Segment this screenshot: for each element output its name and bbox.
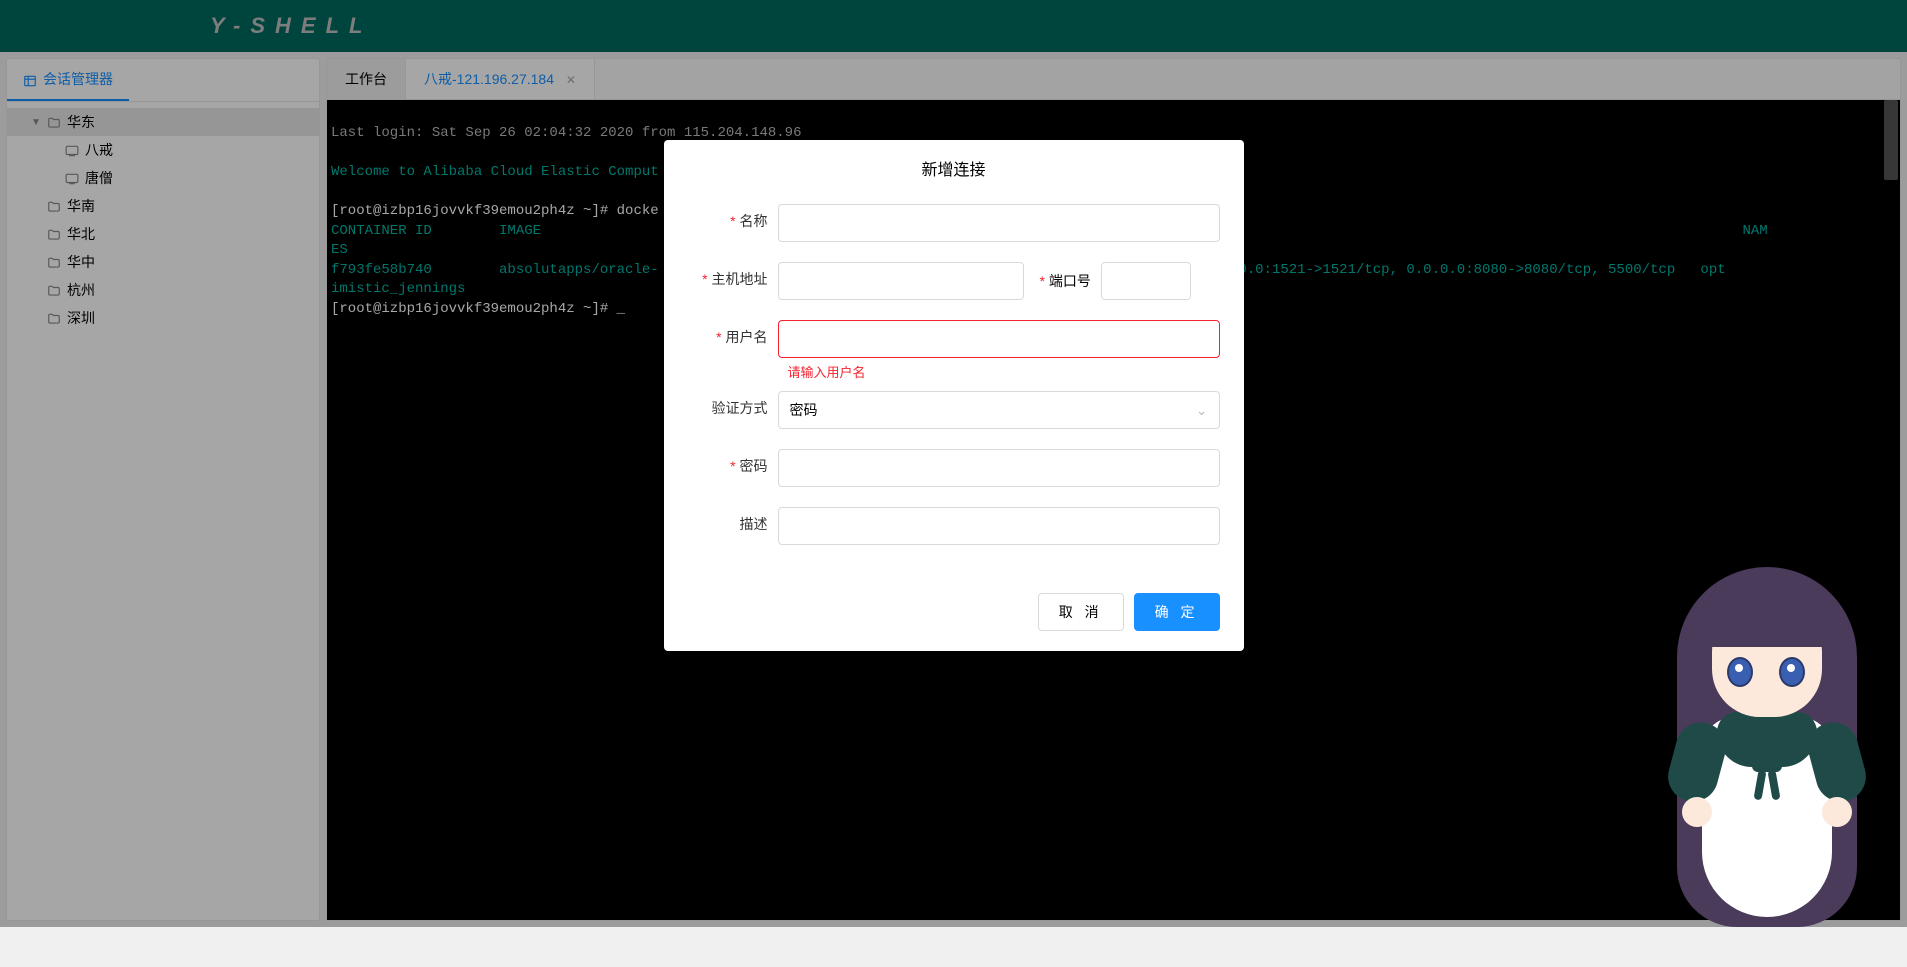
label-auth: 验证方式 bbox=[688, 391, 778, 418]
tree-item-shenzhen[interactable]: 深圳 bbox=[7, 304, 319, 332]
folder-icon bbox=[47, 282, 61, 298]
folder-icon bbox=[47, 114, 61, 130]
modal-body: 名称 主机地址 端口号 用户名 请输入用户名 验证方式 密码 ⌄ bbox=[664, 196, 1244, 581]
sidebar: 会话管理器 ▼ 华东 八戒 唐僧 华南 bbox=[6, 58, 320, 921]
terminal-line: PORTS NAM bbox=[1196, 223, 1767, 239]
label-host: 主机地址 bbox=[688, 262, 778, 289]
tree-item-huanan[interactable]: 华南 bbox=[7, 192, 319, 220]
sidebar-tabs: 会话管理器 bbox=[7, 59, 319, 102]
input-name[interactable] bbox=[778, 204, 1220, 242]
sessions-icon bbox=[23, 72, 37, 86]
tree-label: 唐僧 bbox=[85, 168, 113, 188]
tab-workspace[interactable]: 工作台 bbox=[327, 59, 406, 99]
input-port[interactable] bbox=[1101, 262, 1191, 300]
modal-new-connection: 新增连接 名称 主机地址 端口号 用户名 请输入用户名 验证方式 密码 bbox=[664, 140, 1244, 651]
tree-label: 华北 bbox=[67, 224, 95, 244]
terminal-line: imistic_jennings bbox=[331, 281, 465, 297]
tree-item-hangzhou[interactable]: 杭州 bbox=[7, 276, 319, 304]
terminal-line: ES bbox=[331, 242, 348, 258]
tree-item-huadong[interactable]: ▼ 华东 bbox=[7, 108, 319, 136]
tab-label: 八戒-121.196.27.184 bbox=[424, 71, 554, 87]
terminal-line: 0.0.0.0:1521->1521/tcp, 0.0.0.0:8080->80… bbox=[1205, 262, 1726, 278]
tree-label: 八戒 bbox=[85, 140, 113, 160]
terminal-icon bbox=[65, 142, 79, 158]
tab-label: 工作台 bbox=[345, 71, 387, 87]
label-user: 用户名 bbox=[688, 320, 778, 347]
tree-label: 深圳 bbox=[67, 308, 95, 328]
label-name: 名称 bbox=[688, 204, 778, 231]
app-header: Y-SHELL bbox=[0, 0, 1907, 52]
label-desc: 描述 bbox=[688, 507, 778, 534]
error-user: 请输入用户名 bbox=[688, 362, 1220, 381]
close-icon[interactable]: ✕ bbox=[566, 73, 576, 87]
content-tabs: 工作台 八戒-121.196.27.184 ✕ bbox=[327, 59, 1900, 100]
terminal-line: Last login: Sat Sep 26 02:04:32 2020 fro… bbox=[331, 125, 801, 141]
label-password: 密码 bbox=[688, 449, 778, 476]
select-auth-value: 密码 bbox=[790, 400, 818, 420]
terminal-icon bbox=[65, 170, 79, 186]
tree-item-huabei[interactable]: 华北 bbox=[7, 220, 319, 248]
folder-icon bbox=[47, 198, 61, 214]
input-host[interactable] bbox=[778, 262, 1024, 300]
sidebar-tab-label: 会话管理器 bbox=[43, 69, 113, 89]
chevron-down-icon: ⌄ bbox=[1196, 402, 1208, 419]
input-user[interactable] bbox=[778, 320, 1220, 358]
terminal-line: CONTAINER ID IMAGE bbox=[331, 223, 541, 239]
folder-icon bbox=[47, 310, 61, 326]
terminal-line: [root@izbp16jovvkf39emou2ph4z ~]# docke bbox=[331, 203, 659, 219]
modal-footer: 取 消 确 定 bbox=[664, 581, 1244, 651]
tab-session-bajie[interactable]: 八戒-121.196.27.184 ✕ bbox=[406, 59, 595, 99]
folder-icon bbox=[47, 254, 61, 270]
mascot-character bbox=[1657, 527, 1877, 967]
tree-label: 华东 bbox=[67, 112, 95, 132]
input-password[interactable] bbox=[778, 449, 1220, 487]
tree-label: 华中 bbox=[67, 252, 95, 272]
terminal-cursor: _ bbox=[617, 301, 625, 317]
terminal-line: f793fe58b740 absolutapps/oracle- bbox=[331, 262, 659, 278]
tree-item-bajie[interactable]: 八戒 bbox=[7, 136, 319, 164]
tree-item-tangseng[interactable]: 唐僧 bbox=[7, 164, 319, 192]
tree-label: 华南 bbox=[67, 196, 95, 216]
input-desc[interactable] bbox=[778, 507, 1220, 545]
cancel-button[interactable]: 取 消 bbox=[1038, 593, 1124, 631]
terminal-prompt: [root@izbp16jovvkf39emou2ph4z ~]# bbox=[331, 301, 617, 317]
tree-label: 杭州 bbox=[67, 280, 95, 300]
folder-icon bbox=[47, 226, 61, 242]
select-auth[interactable]: 密码 ⌄ bbox=[778, 391, 1220, 429]
label-port: 端口号 bbox=[1040, 271, 1101, 291]
caret-down-icon: ▼ bbox=[31, 117, 41, 128]
session-tree: ▼ 华东 八戒 唐僧 华南 华北 bbox=[7, 102, 319, 920]
scrollbar-thumb[interactable] bbox=[1884, 100, 1898, 180]
terminal-line: Welcome to Alibaba Cloud Elastic Comput bbox=[331, 164, 659, 180]
sidebar-tab-sessions[interactable]: 会话管理器 bbox=[7, 59, 129, 101]
app-title: Y-SHELL bbox=[210, 13, 372, 39]
confirm-button[interactable]: 确 定 bbox=[1134, 593, 1220, 631]
modal-title: 新增连接 bbox=[664, 140, 1244, 196]
tree-item-huazhong[interactable]: 华中 bbox=[7, 248, 319, 276]
